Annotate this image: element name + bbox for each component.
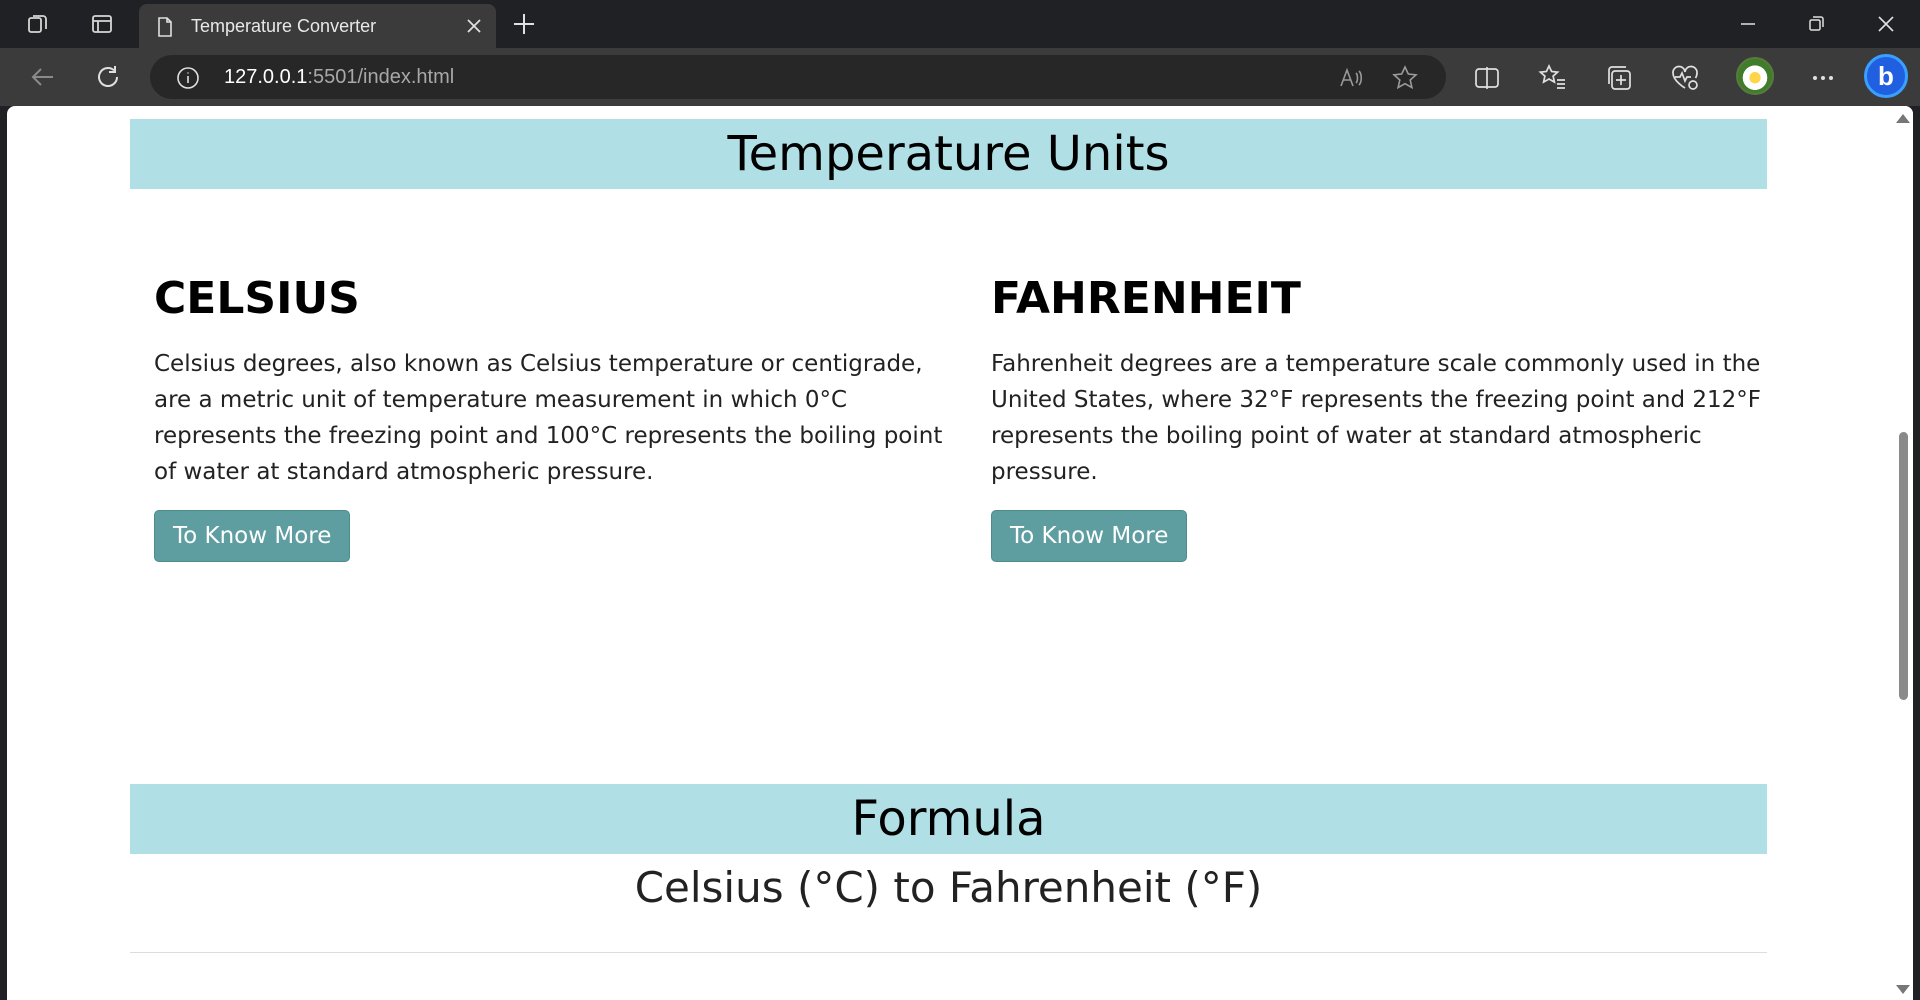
celsius-section: CELSIUS Celsius degrees, also known as C… <box>154 274 944 562</box>
formula-subheading: Celsius (°C) to Fahrenheit (°F) <box>634 863 1263 912</box>
profile-avatar[interactable] <box>1736 57 1774 95</box>
restore-icon[interactable] <box>1802 10 1830 38</box>
vertical-scrollbar[interactable] <box>1895 106 1913 1000</box>
browser-essentials-icon[interactable] <box>1670 63 1700 93</box>
formula-heading: Formula <box>130 784 1767 854</box>
scroll-thumb[interactable] <box>1899 432 1908 700</box>
tab-bar: Temperature Converter <box>0 0 1920 48</box>
celsius-title: CELSIUS <box>154 273 360 324</box>
close-icon[interactable] <box>464 16 484 36</box>
url-path: :5501/index.html <box>307 66 455 88</box>
celsius-know-more-button[interactable]: To Know More <box>154 510 351 562</box>
more-icon[interactable] <box>1808 63 1838 93</box>
divider <box>130 952 1767 953</box>
tab-actions-icon[interactable] <box>88 10 116 38</box>
celsius-description: Celsius degrees, also known as Celsius t… <box>154 351 943 485</box>
workspaces-icon[interactable] <box>24 10 52 38</box>
favorites-icon[interactable] <box>1538 63 1568 93</box>
fahrenheit-know-more-button[interactable]: To Know More <box>991 510 1188 562</box>
browser-toolbar: 127.0.0.1:5501/index.html b <box>0 48 1920 106</box>
split-screen-icon[interactable] <box>1472 63 1502 93</box>
refresh-icon[interactable] <box>93 62 123 92</box>
address-bar[interactable]: 127.0.0.1:5501/index.html <box>150 55 1446 99</box>
fahrenheit-title: FAHRENHEIT <box>991 273 1301 324</box>
url-text: 127.0.0.1:5501/index.html <box>224 66 454 89</box>
tab-temperature-converter[interactable]: Temperature Converter <box>139 4 496 48</box>
tab-title: Temperature Converter <box>191 16 377 36</box>
minimize-icon[interactable] <box>1734 10 1762 38</box>
read-aloud-icon[interactable] <box>1338 65 1364 91</box>
star-icon[interactable] <box>1392 65 1418 91</box>
plus-icon[interactable] <box>510 10 538 38</box>
document-icon <box>157 17 173 42</box>
scroll-down-arrow-icon[interactable] <box>1896 985 1910 994</box>
fahrenheit-section: FAHRENHEIT Fahrenheit degrees are a temp… <box>991 274 1781 562</box>
url-host: 127.0.0.1 <box>224 66 308 88</box>
temperature-units-heading: Temperature Units <box>130 119 1767 189</box>
close-window-icon[interactable] <box>1872 10 1900 38</box>
info-icon[interactable] <box>176 66 200 95</box>
bing-icon[interactable]: b <box>1864 54 1908 98</box>
scroll-up-arrow-icon[interactable] <box>1896 114 1910 123</box>
fahrenheit-description: Fahrenheit degrees are a temperature sca… <box>991 351 1761 485</box>
back-arrow-icon[interactable] <box>28 62 58 92</box>
collections-icon[interactable] <box>1604 63 1634 93</box>
page-viewport: Temperature Units CELSIUS Celsius degree… <box>7 106 1913 1000</box>
